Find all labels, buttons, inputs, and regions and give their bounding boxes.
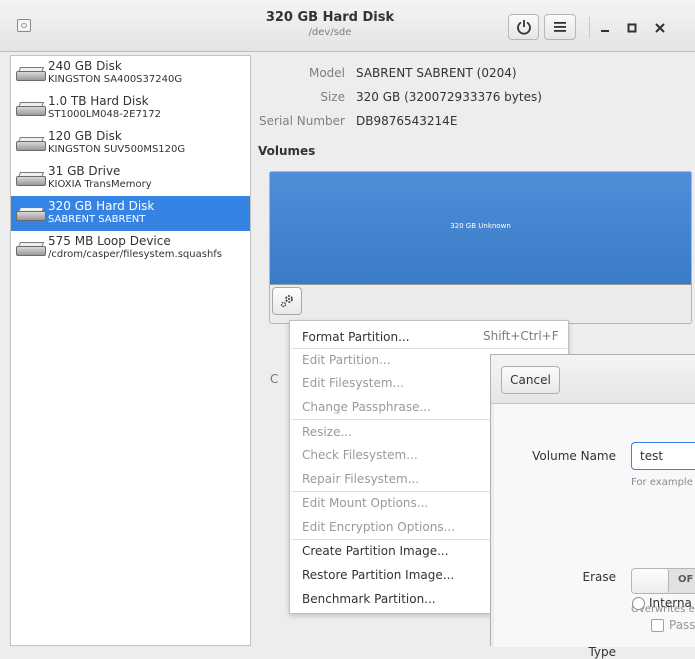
- window-title: 320 GB Hard Disk: [265, 10, 395, 25]
- hard-disk-icon: [16, 137, 46, 152]
- disk-model: KINGSTON SA400S37240G: [48, 74, 183, 85]
- disk-list-sidebar: 240 GB Disk KINGSTON SA400S37240G 1.0 TB…: [10, 55, 251, 646]
- volume-block[interactable]: 320 GB Unknown: [270, 172, 691, 285]
- gear-icon: [280, 295, 293, 308]
- menu-item-change-passphrase[interactable]: Change Passphrase...: [302, 399, 431, 415]
- disk-item-loop[interactable]: 575 MB Loop Device /cdrom/casper/filesys…: [11, 231, 250, 266]
- window-subtitle: /dev/sde: [308, 27, 352, 38]
- maximize-icon: [627, 23, 637, 33]
- disk-item-240gb[interactable]: 240 GB Disk KINGSTON SA400S37240G: [11, 56, 250, 91]
- loop-device-icon: [16, 242, 46, 257]
- minimize-icon: [601, 30, 609, 32]
- disk-name: 1.0 TB Hard Disk: [48, 94, 149, 108]
- menu-item-create-partition-image[interactable]: Create Partition Image...: [302, 543, 449, 559]
- hamburger-menu-icon: [554, 22, 566, 32]
- content-partial-label: C: [270, 372, 279, 386]
- type-radio-internal[interactable]: [632, 597, 645, 610]
- volumes-panel: 320 GB Unknown: [269, 171, 692, 324]
- disk-model: KINGSTON SUV500MS120G: [48, 144, 186, 155]
- type-option-internal-label: Interna: [649, 596, 692, 610]
- disk-name: 120 GB Disk: [48, 129, 122, 143]
- volume-name-input[interactable]: test: [631, 442, 695, 470]
- power-icon: [516, 20, 531, 35]
- menu-item-edit-filesystem[interactable]: Edit Filesystem...: [302, 375, 404, 391]
- disk-model: /cdrom/casper/filesystem.squashfs: [48, 249, 223, 260]
- hard-disk-icon: [16, 102, 46, 117]
- disk-model: ST1000LM048-2E7172: [48, 109, 161, 120]
- close-icon: [655, 23, 665, 33]
- disk-name: 575 MB Loop Device: [48, 234, 171, 248]
- disk-name: 320 GB Hard Disk: [48, 199, 155, 213]
- erase-switch-knob: [632, 569, 669, 593]
- close-button[interactable]: [650, 18, 670, 38]
- erase-switch[interactable]: OF: [631, 568, 695, 594]
- disk-item-120gb[interactable]: 120 GB Disk KINGSTON SUV500MS120G: [11, 126, 250, 161]
- usb-drive-icon: [16, 172, 46, 187]
- format-partition-shortcut: Shift+Ctrl+F: [483, 329, 559, 343]
- menu-item-benchmark-partition[interactable]: Benchmark Partition...: [302, 591, 436, 607]
- drive-menu-button[interactable]: [544, 14, 576, 40]
- menu-item-format-partition[interactable]: Format Partition...: [302, 329, 410, 345]
- model-value: SABRENT SABRENT (0204): [356, 66, 517, 80]
- power-off-button[interactable]: [508, 14, 539, 40]
- menu-item-edit-encryption-options[interactable]: Edit Encryption Options...: [302, 519, 455, 535]
- disk-item-31gb[interactable]: 31 GB Drive KIOXIA TransMemory: [11, 161, 250, 196]
- disk-item-320gb[interactable]: 320 GB Hard Disk SABRENT SABRENT: [11, 196, 250, 231]
- volume-label: 320 GB Unknown: [450, 222, 511, 230]
- format-volume-dialog: Cancel Volume Name test For example Eras…: [490, 354, 695, 659]
- volume-name-label: Volume Name: [532, 449, 616, 463]
- disk-item-1tb[interactable]: 1.0 TB Hard Disk ST1000LM048-2E7172: [11, 91, 250, 126]
- disk-model: SABRENT SABRENT: [48, 214, 146, 225]
- minimize-button[interactable]: [595, 18, 615, 38]
- type-label: Type: [588, 645, 616, 659]
- disk-model: KIOXIA TransMemory: [48, 179, 152, 190]
- size-value: 320 GB (320072933376 bytes): [356, 90, 542, 104]
- size-label: Size: [320, 90, 345, 104]
- serial-label: Serial Number: [259, 114, 345, 128]
- volume-name-hint: For example: [631, 477, 693, 488]
- maximize-button[interactable]: [622, 18, 642, 38]
- password-protect-label: Pass: [669, 618, 695, 632]
- header-bar: 320 GB Hard Disk /dev/sde: [0, 0, 695, 52]
- hard-disk-icon: [16, 207, 46, 222]
- menu-item-resize[interactable]: Resize...: [302, 424, 352, 440]
- cancel-button[interactable]: Cancel: [501, 366, 560, 394]
- dialog-body: Volume Name test For example Erase OF Ov…: [494, 404, 695, 659]
- hard-disk-icon: [16, 67, 46, 82]
- erase-switch-state: OF: [678, 574, 694, 585]
- erase-label: Erase: [582, 570, 616, 584]
- disk-name: 240 GB Disk: [48, 59, 122, 73]
- dialog-header: Cancel: [491, 355, 695, 404]
- header-separator: [589, 17, 590, 38]
- menu-item-edit-mount-options[interactable]: Edit Mount Options...: [302, 495, 428, 511]
- menu-item-check-filesystem[interactable]: Check Filesystem...: [302, 447, 418, 463]
- model-label: Model: [308, 66, 345, 80]
- disk-name: 31 GB Drive: [48, 164, 121, 178]
- menu-item-restore-partition-image[interactable]: Restore Partition Image...: [302, 567, 454, 583]
- password-protect-checkbox[interactable]: [651, 619, 664, 632]
- partition-options-button[interactable]: [272, 287, 302, 315]
- volumes-heading: Volumes: [258, 144, 316, 158]
- menu-item-edit-partition[interactable]: Edit Partition...: [302, 352, 391, 368]
- menu-item-repair-filesystem[interactable]: Repair Filesystem...: [302, 471, 419, 487]
- serial-value: DB9876543214E: [356, 114, 458, 128]
- window-title-area: 320 GB Hard Disk /dev/sde: [230, 9, 430, 40]
- disks-app-icon: [17, 19, 31, 32]
- menu-separator: [291, 348, 567, 349]
